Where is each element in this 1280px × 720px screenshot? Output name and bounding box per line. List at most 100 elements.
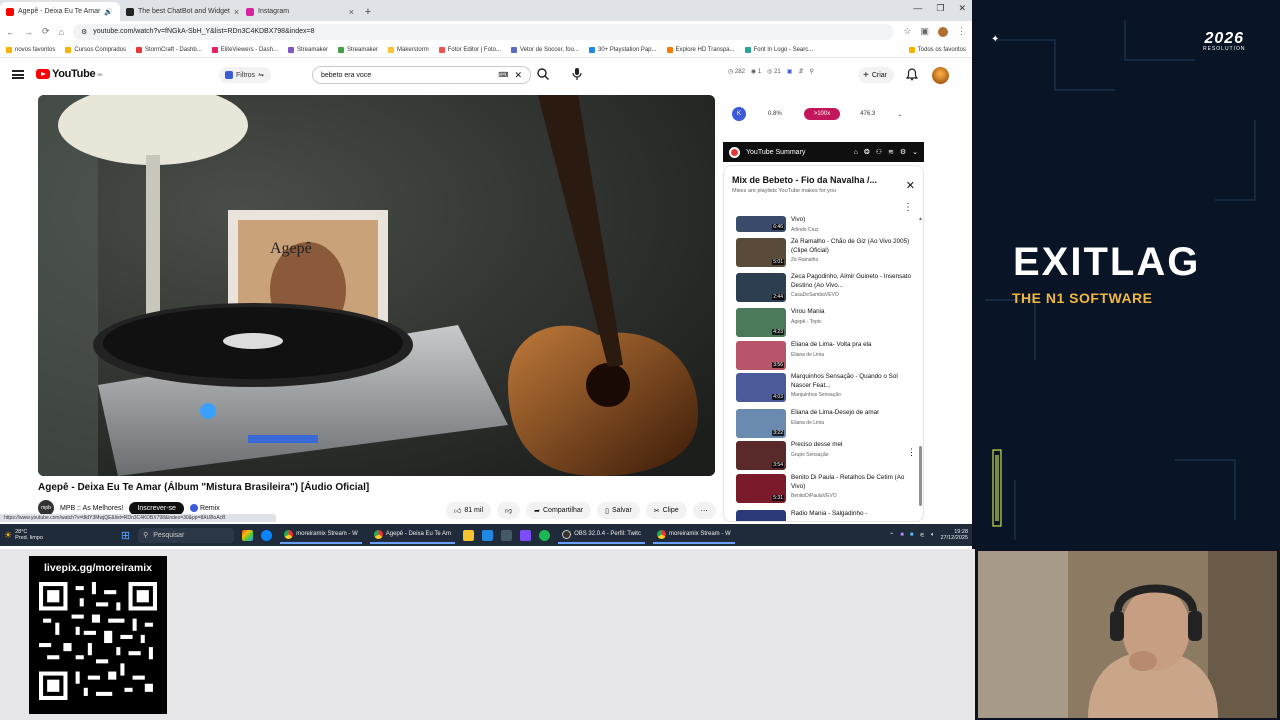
waveform-icon[interactable]: ≋ — [888, 148, 894, 156]
minimize-icon[interactable]: — — [913, 3, 922, 14]
search-button[interactable] — [536, 67, 550, 86]
reload-icon[interactable]: ⟳ — [42, 26, 50, 37]
ext-icon[interactable]: ⇵ — [798, 68, 803, 75]
youtube-summary-bar[interactable]: YouTube Summary ⌂ ❂ ⚇ ≋ ⚙ ⌄ — [723, 142, 924, 162]
scrollbar-thumb[interactable] — [919, 446, 922, 506]
clip-button[interactable]: ✂ Clipe — [645, 502, 687, 519]
ext-icon[interactable]: ▣ — [787, 68, 793, 75]
close-window-icon[interactable]: ✕ — [958, 3, 966, 14]
bookmark-item[interactable]: Vetor de Soccer, foo... — [510, 46, 579, 53]
hamburger-menu-icon[interactable] — [12, 70, 24, 79]
bookmark-item[interactable]: 30+ Playstation Pap... — [588, 46, 657, 53]
url-field[interactable]: ⚙ youtube.com/watch?v=fNGkA-SbH_Y&list=R… — [72, 23, 895, 40]
taskbar-app-obs[interactable]: OBS 32.0.4 - Perfil: Twitc — [558, 526, 645, 544]
bookmark-item[interactable]: Makerstorm — [388, 46, 429, 53]
subscribe-button[interactable]: Inscrever-se — [129, 501, 184, 515]
robot-icon[interactable]: ⌂ — [854, 149, 858, 156]
chevron-down-icon[interactable]: ⌄ — [912, 148, 918, 156]
bookmark-item[interactable]: Streamaker — [338, 46, 378, 53]
back-icon[interactable]: ← — [6, 27, 15, 37]
tray-app-icon[interactable]: ■ — [900, 532, 904, 538]
taskbar-app-chrome[interactable]: Agepê - Deixa Eu Te Am — [369, 526, 456, 544]
bookmark-item[interactable]: Cursos Comprados — [65, 46, 126, 53]
windows-start-icon[interactable]: ⊞ — [121, 529, 130, 542]
keyboard-icon[interactable]: ⌨ — [498, 71, 508, 79]
bookmark-item[interactable]: Streamaker — [287, 46, 328, 53]
playlist-item-current[interactable]: 3:54 Preciso desse mel Grupo Sensação ⋮ — [736, 441, 916, 470]
taskbar-search-input[interactable]: ⚲ Pesquisar — [138, 527, 235, 543]
remix-button[interactable]: Remix — [189, 504, 220, 512]
playlist-item[interactable]: 4:03 Marquinhos Sensação - Quando o Sol … — [736, 373, 916, 402]
glasses-icon[interactable]: ⚇ — [876, 148, 882, 156]
profile-icon[interactable] — [938, 26, 948, 37]
home-icon[interactable]: ⌂ — [59, 27, 64, 37]
tray-chevron-icon[interactable]: ⌃ — [889, 532, 894, 539]
playlist-item[interactable]: 3:56 Eliana de Lima- Volta pra ela Eliana… — [736, 341, 916, 370]
bookmark-item[interactable]: EliteViewers - Dash... — [211, 46, 278, 53]
mail-icon[interactable] — [482, 529, 494, 541]
playlist-item[interactable]: 5:01 Zé Ramalho - Chão de Giz (Ao Vivo 2… — [736, 238, 916, 267]
bookmark-item[interactable]: StormCraft - Dashb... — [136, 46, 202, 53]
audio-icon[interactable]: 🔊 — [104, 8, 113, 16]
tray-app-icon[interactable]: ■ — [910, 532, 914, 538]
bookmark-item[interactable]: Font In Logo - Searc... — [744, 46, 813, 53]
close-tab-icon[interactable]: × — [349, 7, 354, 17]
chevron-down-icon[interactable]: ⌄ — [897, 111, 902, 118]
forward-icon[interactable]: → — [24, 27, 33, 37]
weather-widget[interactable]: ☀ 28°C Pred. limpo — [4, 529, 43, 541]
tab-chatbot[interactable]: The best ChatBot and Widget × — [120, 2, 240, 21]
clear-search-icon[interactable]: ✕ — [514, 70, 522, 81]
menu-kebab-icon[interactable]: ⋮ — [957, 26, 966, 37]
bookmark-star-icon[interactable]: ☆ — [903, 26, 911, 37]
tab-instagram[interactable]: Instagram × — [240, 2, 360, 21]
maximize-icon[interactable]: ❐ — [936, 3, 944, 14]
clock[interactable]: 19:28 27/12/2025 — [940, 529, 968, 541]
ext-icon[interactable]: ⚲ — [809, 68, 813, 75]
more-actions-button[interactable]: ⋯ — [692, 502, 716, 519]
playlist-item[interactable]: 4:23 Virou Mania Agepê - Topic — [736, 308, 916, 337]
extension-badge[interactable]: K — [732, 107, 746, 121]
file-explorer-icon[interactable] — [463, 529, 475, 541]
ai-icon[interactable]: ❂ — [864, 148, 870, 156]
playlist-item[interactable]: 6:46 Vivo) Arlindo Cruz — [736, 216, 916, 233]
voice-search-button[interactable] — [571, 67, 583, 86]
volume-icon[interactable]: 🔈︎ — [931, 532, 935, 539]
notifications-button[interactable] — [905, 68, 919, 86]
widgets-icon[interactable] — [242, 529, 254, 541]
filters-button[interactable]: Filtros ⇋ — [219, 67, 271, 83]
video-player[interactable]: Agepê — [38, 95, 715, 476]
create-button[interactable]: + Criar — [858, 67, 894, 83]
youtube-logo[interactable]: YouTube BR — [36, 68, 103, 80]
spotify-icon[interactable] — [539, 529, 551, 541]
playlist-more-icon[interactable]: ⋮ — [903, 202, 913, 213]
playlist-item[interactable]: 5:31 Benito Di Paula - Retalhos De Cetim… — [736, 474, 916, 503]
bookmark-item[interactable]: Fotor Editor | Foto... — [438, 46, 501, 53]
like-button[interactable]: 👍︎ 81 mil — [446, 502, 492, 519]
extensions-icon[interactable]: ▣ — [920, 26, 929, 37]
taskbar-app-chrome[interactable]: moreiramix Stream - W — [280, 526, 362, 544]
account-avatar[interactable] — [932, 67, 949, 84]
calculator-icon[interactable] — [501, 529, 513, 541]
close-tab-icon[interactable]: × — [234, 7, 239, 17]
playlist-item[interactable]: 3:22 Eliana de Lima-Desejo de amar Eliana… — [736, 409, 916, 438]
settings-gear-icon[interactable]: ⚙ — [900, 148, 906, 156]
edge-icon[interactable] — [261, 529, 273, 541]
channel-name[interactable]: MPB :: As Melhores! — [60, 505, 123, 512]
teams-icon[interactable] — [520, 529, 532, 541]
site-info-icon[interactable]: ⚙ — [81, 28, 87, 36]
search-input[interactable]: bebeto era voce ⌨ ✕ — [312, 66, 531, 84]
bookmark-item[interactable]: novos favoritos — [6, 46, 55, 53]
dislike-button[interactable]: 👎︎ — [497, 502, 521, 519]
new-tab-button[interactable]: + — [360, 2, 376, 21]
all-bookmarks[interactable]: Todos os favoritos — [908, 46, 966, 53]
playlist-item[interactable]: 2:44 Zeca Pagodinho, Almir Guineto - Ins… — [736, 273, 916, 302]
close-playlist-icon[interactable]: ✕ — [906, 179, 915, 192]
tab-youtube[interactable]: Agepê - Deixa Eu Te Amar 🔊 × — [0, 2, 120, 21]
item-more-icon[interactable]: ⋮ — [907, 447, 916, 470]
bookmark-item[interactable]: Explore HD Transpa... — [666, 46, 735, 53]
network-icon[interactable]: ⚟ — [919, 532, 924, 539]
share-button[interactable]: ➦ Compartilhar — [526, 502, 592, 519]
taskbar-app-chrome[interactable]: moreiramix Stream - W — [652, 526, 735, 544]
playlist-item[interactable]: Radio Mania - Salgadinho - — [736, 510, 916, 521]
playlist-title[interactable]: Mix de Bebeto - Fio da Navalha /... — [732, 175, 915, 185]
